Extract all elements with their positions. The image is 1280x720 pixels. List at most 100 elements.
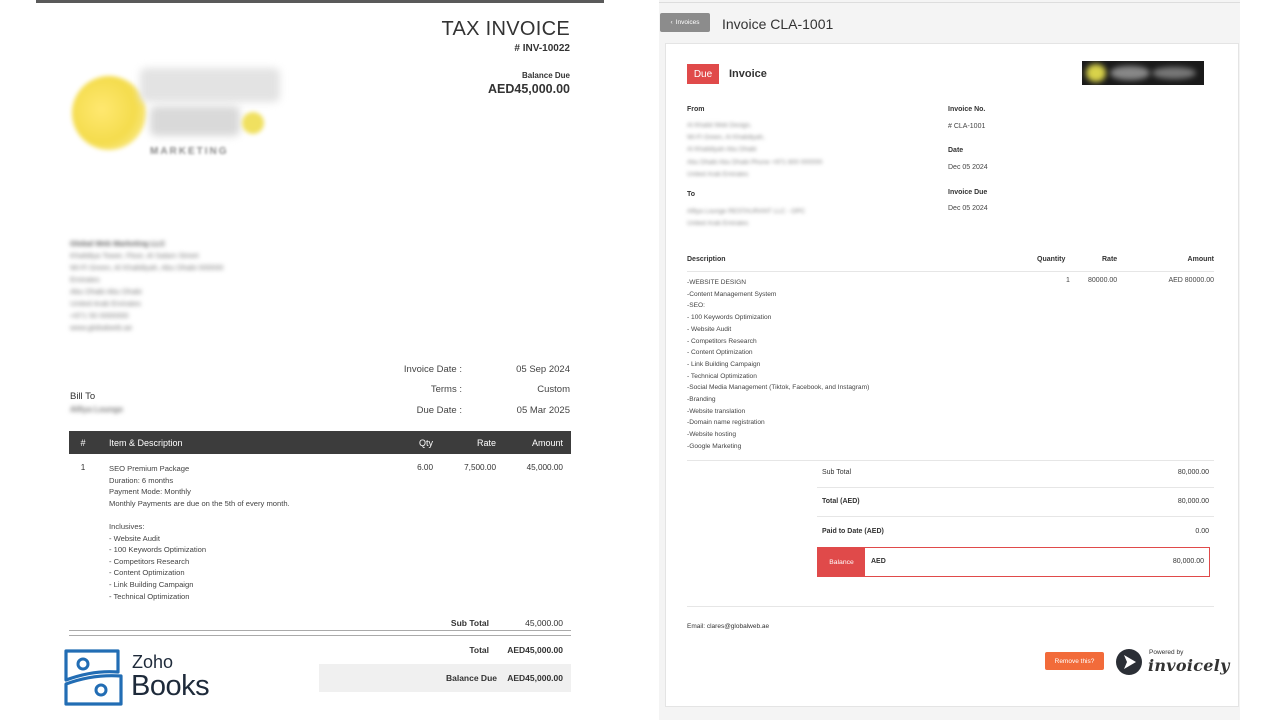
zoho-books-icon bbox=[64, 649, 123, 706]
row-rate: 7,500.00 bbox=[464, 463, 496, 472]
desc-line: - Content Optimization bbox=[109, 568, 185, 578]
balance-currency: AED bbox=[871, 558, 886, 565]
items-table-header: Description Quantity Rate Amount bbox=[687, 254, 1214, 272]
desc-line: Inclusives: bbox=[109, 521, 145, 531]
table-row: -WEBSITE DESIGN -Content Management Syst… bbox=[687, 275, 1214, 461]
address-line: Global Web Marketing LLC bbox=[70, 239, 166, 248]
desc-line: -Content Management System bbox=[687, 290, 777, 298]
header-rate: Rate bbox=[476, 437, 496, 448]
header-amount: Amount bbox=[531, 437, 563, 448]
row-rate: 80000.00 bbox=[1088, 277, 1118, 284]
paid-row: Paid to Date (AED) 0.00 bbox=[817, 517, 1214, 547]
desc-line: -Domain name registration bbox=[687, 419, 765, 427]
contact-email: Email: clares@globalweb.ae bbox=[687, 623, 770, 630]
date-label: Date bbox=[948, 147, 964, 154]
back-to-invoices-button[interactable]: ‹ Invoices bbox=[660, 13, 710, 32]
address-line: United Arab Emirates bbox=[70, 299, 141, 308]
final-balance-label: Balance Due bbox=[445, 673, 497, 683]
invoicely-logo-icon bbox=[1116, 649, 1142, 675]
balance-due-label: Balance Due bbox=[521, 71, 570, 80]
powered-by-invoicely[interactable]: Powered by invoicely bbox=[1114, 645, 1229, 677]
final-balance-value: AED45,000.00 bbox=[507, 673, 563, 683]
row-qty: 6.00 bbox=[417, 463, 433, 472]
address-line: Abu Dhabi Abu Dhabi bbox=[70, 287, 142, 296]
sub-total-label: Sub Total bbox=[450, 617, 489, 628]
zoho-invoice-document: TAX INVOICE # INV-10022 Balance Due AED4… bbox=[36, 0, 604, 720]
company-logo: MARKETING bbox=[70, 68, 280, 164]
brand-line2: Books bbox=[131, 670, 210, 702]
address-line: Emirates bbox=[70, 275, 100, 284]
zoho-books-logo: Zoho Books bbox=[63, 648, 263, 708]
paid-label: Paid to Date (AED) bbox=[822, 528, 884, 535]
table-row: 1 SEO Premium Package Duration: 6 months… bbox=[69, 454, 571, 631]
powered-by-label: Powered by bbox=[1149, 649, 1184, 656]
bill-to-label: Bill To bbox=[70, 391, 96, 402]
balance-due-amount: AED45,000.00 bbox=[487, 82, 570, 96]
total-label: Total (AED) bbox=[822, 498, 860, 505]
company-logo bbox=[1082, 61, 1204, 85]
desc-line: SEO Premium Package bbox=[109, 464, 190, 473]
desc-line: - Link Building Campaign bbox=[109, 579, 194, 589]
address-line: United Arab Emirates bbox=[687, 220, 749, 228]
table-header: # Item & Description Qty Rate Amount bbox=[69, 431, 571, 454]
date-value: Dec 05 2024 bbox=[948, 164, 988, 171]
total-row: Total (AED) 80,000.00 bbox=[817, 487, 1214, 517]
header-num: # bbox=[80, 437, 86, 448]
desc-line: -Branding bbox=[687, 396, 716, 404]
meta-invoice-date: Invoice Date : 05 Sep 2024 bbox=[370, 359, 570, 380]
to-label: To bbox=[687, 191, 696, 198]
invoicely-panel: ‹ Invoices Invoice CLA-1001 Due Invoice … bbox=[659, 0, 1240, 720]
invoice-card: Due Invoice From Al Khalid Web Design, W… bbox=[665, 43, 1239, 707]
meta-label: Invoice Date : bbox=[403, 363, 462, 375]
desc-line: - Competitors Research bbox=[687, 337, 757, 345]
invoice-title: TAX INVOICE bbox=[441, 18, 570, 40]
sub-total-row: Sub Total 80,000.00 bbox=[817, 458, 1214, 488]
desc-line: -WEBSITE DESIGN bbox=[687, 279, 746, 286]
sub-total-label: Sub Total bbox=[822, 469, 852, 476]
desc-line: -Google Marketing bbox=[687, 442, 742, 450]
meta-terms: Terms : Custom bbox=[370, 380, 570, 401]
header-rate: Rate bbox=[1102, 256, 1118, 263]
paid-value: 0.00 bbox=[1195, 528, 1209, 535]
back-label: Invoices bbox=[675, 19, 700, 26]
desc-line: - 100 Keywords Optimization bbox=[109, 545, 207, 555]
header-item: Item & Description bbox=[109, 437, 183, 448]
items-table: # Item & Description Qty Rate Amount 1 S… bbox=[69, 431, 571, 631]
meta-value: 05 Sep 2024 bbox=[516, 363, 570, 375]
desc-spacer bbox=[109, 509, 387, 521]
desc-line: - Technical Optimization bbox=[109, 591, 190, 601]
desc-line: Duration: 6 months bbox=[109, 475, 174, 485]
divider bbox=[687, 606, 1214, 607]
meta-label: Due Date : bbox=[416, 404, 462, 416]
address-line: Al Khalid Web Design, bbox=[687, 122, 752, 129]
invoice-no-label: Invoice No. bbox=[948, 106, 986, 113]
sub-total-value: 80,000.00 bbox=[1177, 469, 1209, 476]
remove-branding-button[interactable]: Remove this? bbox=[1045, 652, 1104, 670]
desc-line: - Link Building Campaign bbox=[687, 360, 761, 368]
invoice-no-value: # CLA-1001 bbox=[948, 123, 986, 130]
invoice-due-label: Invoice Due bbox=[948, 189, 988, 196]
desc-line: -Social Media Management (Tiktok, Facebo… bbox=[687, 384, 870, 392]
desc-line: Payment Mode: Monthly bbox=[109, 487, 191, 497]
invoice-number: # INV-10022 bbox=[514, 43, 570, 54]
address-line: United Arab Emirates bbox=[687, 170, 749, 178]
desc-line: Monthly Payments are due on the 5th of e… bbox=[109, 498, 290, 508]
row-quantity: 1 bbox=[1066, 277, 1070, 284]
status-badge: Due bbox=[687, 64, 719, 84]
top-divider bbox=[36, 0, 604, 3]
invoice-meta: Invoice Date : 05 Sep 2024 Terms : Custo… bbox=[370, 359, 570, 421]
header-qty: Qty bbox=[418, 437, 433, 448]
total-label: Total bbox=[469, 645, 489, 655]
company-address: Global Web Marketing LLC Khalidiya Tower… bbox=[70, 238, 330, 334]
desc-line: -Website hosting bbox=[687, 431, 736, 439]
header-description: Description bbox=[687, 256, 726, 263]
meta-due-date: Due Date : 05 Mar 2025 bbox=[370, 400, 570, 421]
logo-subtitle: MARKETING bbox=[150, 146, 229, 157]
address-line: www.globalweb.ae bbox=[70, 323, 133, 332]
desc-line: - Content Optimization bbox=[687, 349, 753, 357]
balance-label: Balance bbox=[818, 548, 865, 576]
balance-row: Balance AED 80,000.00 bbox=[817, 547, 1210, 577]
from-label: From bbox=[687, 106, 705, 113]
address-line: Wi-Fi Green, Al Khalidiyah, Abu Dhabi 00… bbox=[70, 263, 224, 272]
row-amount: 45,000.00 bbox=[526, 463, 563, 472]
